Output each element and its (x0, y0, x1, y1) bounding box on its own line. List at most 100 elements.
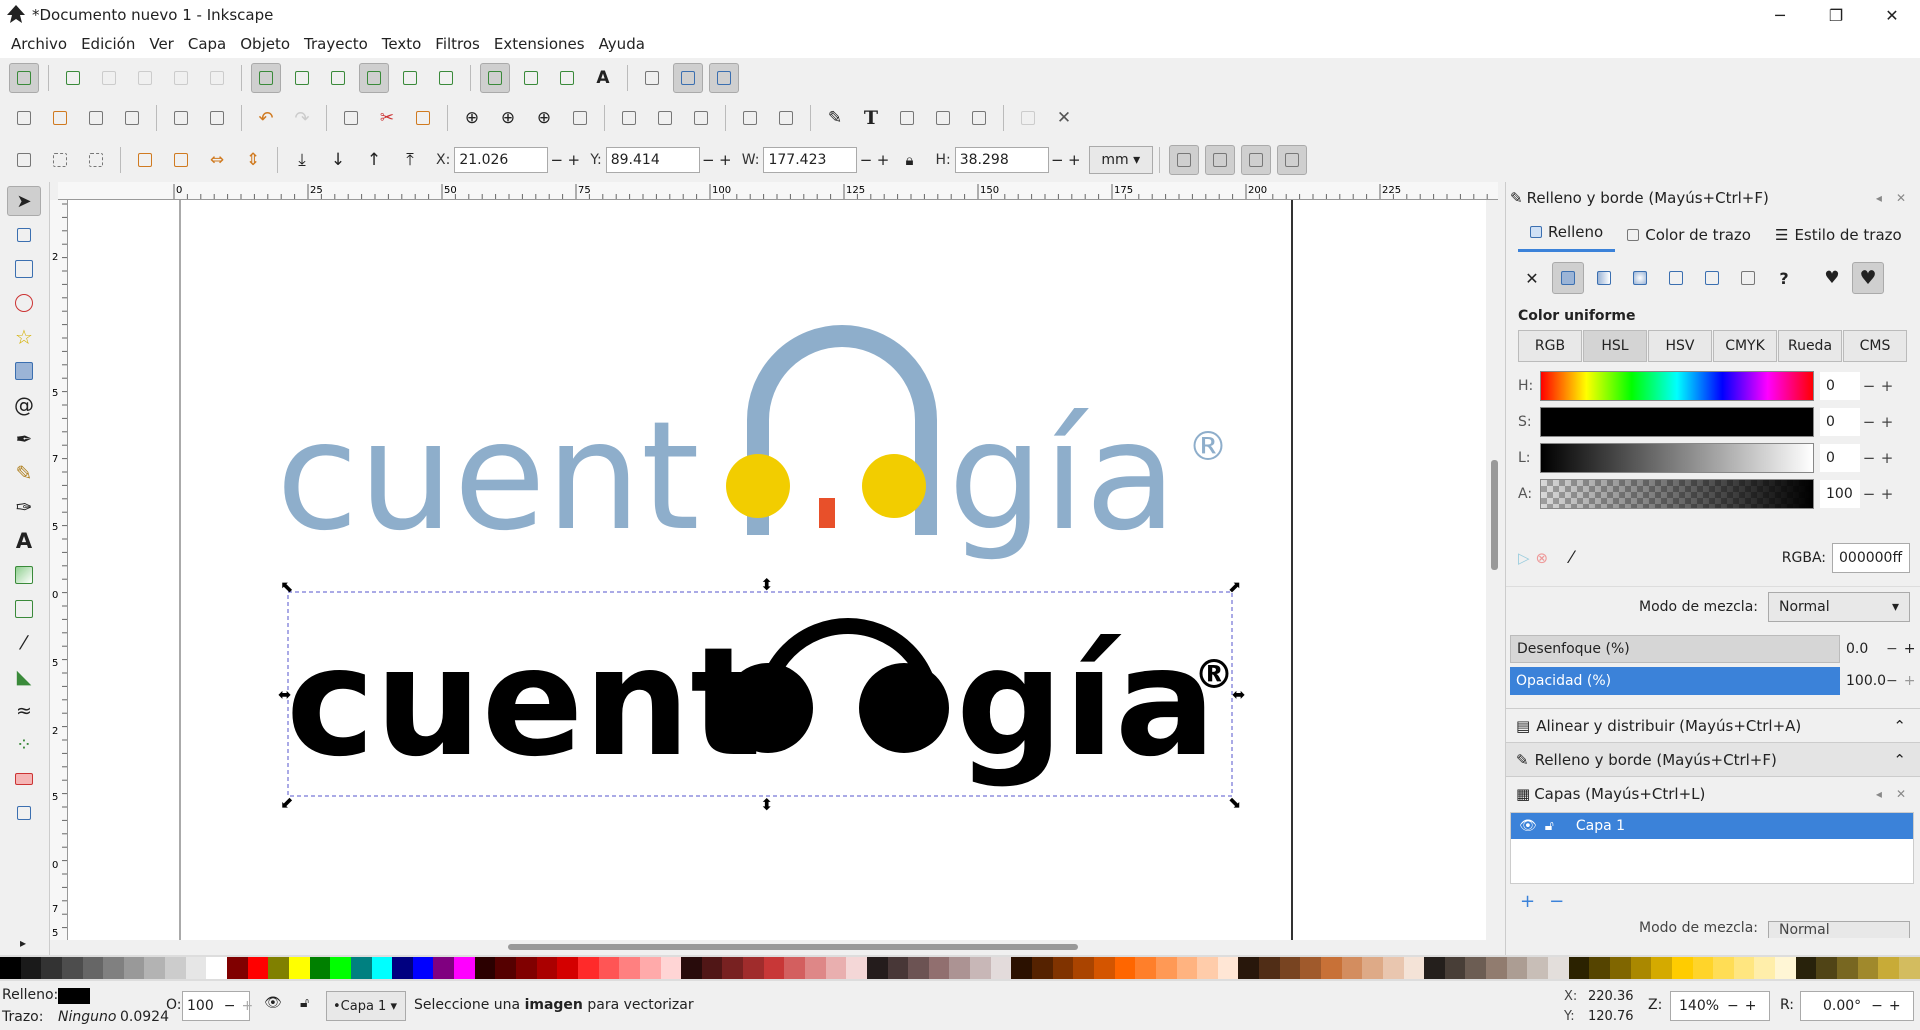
raise-top-button[interactable]: ⤒ (395, 145, 425, 175)
menu-trayecto[interactable]: Trayecto (297, 35, 375, 53)
palette-swatch[interactable] (350, 957, 372, 979)
palette-swatch[interactable] (1465, 957, 1487, 979)
duplicate-button[interactable] (614, 103, 644, 133)
horizontal-scrollbar[interactable] (68, 940, 1486, 954)
canvas-svg[interactable]: cuent gía ® cuent gía ® ⬉ ⬍ ⬈ ⬌ ⬌ ⬋ ⬍ ⬊ (68, 200, 1486, 940)
layer-select[interactable]: •Capa 1 ▾ (326, 991, 406, 1021)
print-button[interactable] (117, 103, 147, 133)
mode-rueda[interactable]: Rueda (1778, 330, 1842, 362)
palette-swatch[interactable] (990, 957, 1012, 979)
hue-increment[interactable]: + (1881, 377, 1894, 395)
palette-swatch[interactable] (1609, 957, 1631, 979)
snap-text-baseline-button[interactable]: A (588, 63, 618, 93)
w-input[interactable]: 177.423 (763, 147, 858, 173)
palette-swatch[interactable] (763, 957, 785, 979)
snap-bbox-corner-button[interactable] (130, 63, 160, 93)
eye-icon[interactable]: 👁︎ (1519, 818, 1537, 834)
mode-cmyk[interactable]: CMYK (1713, 330, 1777, 362)
zoom-increment[interactable]: + (1745, 998, 1757, 1014)
palette-swatch[interactable] (1775, 957, 1796, 979)
calligraphy-tool[interactable]: ✑ (7, 492, 41, 522)
palette-swatch[interactable] (557, 957, 578, 979)
snap-enable-button[interactable] (9, 63, 39, 93)
unset-paint-button[interactable]: ? (1768, 262, 1800, 294)
zoom-decrement[interactable]: − (1727, 998, 1739, 1014)
lightness-input[interactable]: 0 (1820, 444, 1860, 472)
save-button[interactable] (81, 103, 111, 133)
rotate-increment[interactable]: + (1889, 998, 1901, 1014)
x-input[interactable]: 21.026 (454, 147, 549, 173)
logo-black-left-earcup[interactable] (723, 663, 813, 753)
palette-swatch[interactable] (701, 957, 723, 979)
palette-swatch[interactable] (887, 957, 909, 979)
xml-editor-button[interactable] (928, 103, 958, 133)
toolbox-more-icon[interactable]: ▸ (20, 936, 26, 950)
mode-hsv[interactable]: HSV (1648, 330, 1712, 362)
toggle-lock-icon[interactable]: 🔓︎ (300, 995, 309, 1011)
blur-decrement[interactable]: − (1886, 641, 1898, 657)
palette-swatch[interactable] (1548, 957, 1569, 979)
palette-swatch[interactable] (1238, 957, 1260, 979)
rotate-cw-button[interactable] (166, 145, 196, 175)
palette-swatch[interactable] (268, 957, 289, 979)
opacity-decrement[interactable]: − (1886, 673, 1898, 689)
palette-swatch[interactable] (660, 957, 682, 979)
palette-swatch[interactable] (1816, 957, 1838, 979)
zoom-page-button[interactable]: ⊕ (529, 103, 559, 133)
palette-swatch[interactable] (1713, 957, 1734, 979)
tab-estilo-trazo[interactable]: ☰ Estilo de trazo (1763, 218, 1914, 252)
palette-swatch[interactable] (1011, 957, 1033, 979)
palette-swatch[interactable] (309, 957, 331, 979)
palette-swatch[interactable] (784, 957, 805, 979)
opacity-slider[interactable]: Opacidad (%) (1510, 667, 1840, 695)
palette-swatch[interactable] (970, 957, 991, 979)
snap-path-button[interactable] (287, 63, 317, 93)
lower-bottom-button[interactable]: ⤓ (287, 145, 317, 175)
snap-bbox-button[interactable] (58, 63, 88, 93)
palette-swatch[interactable] (454, 957, 475, 979)
menu-ayuda[interactable]: Ayuda (592, 35, 652, 53)
3d-box-tool[interactable] (7, 356, 41, 386)
palette-swatch[interactable] (1073, 957, 1094, 979)
add-layer-button[interactable]: + (1520, 891, 1535, 912)
minimize-button[interactable]: ─ (1752, 0, 1808, 30)
import-button[interactable] (166, 103, 196, 133)
snap-bbox-mid-button[interactable] (166, 63, 196, 93)
mode-cms[interactable]: CMS (1843, 330, 1907, 362)
lightness-decrement[interactable]: − (1863, 449, 1876, 467)
hue-input[interactable]: 0 (1820, 372, 1860, 400)
scale-stroke-button[interactable] (1168, 145, 1199, 175)
layers-blend-select[interactable]: Normal (1768, 921, 1910, 938)
h-decrement-button[interactable]: − (1051, 151, 1064, 169)
palette-swatch[interactable] (103, 957, 124, 979)
palette-swatch[interactable] (1135, 957, 1156, 979)
flip-vertical-button[interactable]: ⇕ (238, 145, 268, 175)
palette-swatch[interactable] (1527, 957, 1549, 979)
palette-swatch[interactable] (1506, 957, 1528, 979)
palette-swatch[interactable] (1217, 957, 1239, 979)
paste-button[interactable] (408, 103, 438, 133)
select-all-layers-button[interactable] (45, 145, 75, 175)
snap-page-button[interactable] (637, 63, 667, 93)
remove-layer-button[interactable]: − (1549, 891, 1564, 912)
snap-bbox-center-button[interactable] (202, 63, 232, 93)
palette-swatch[interactable] (61, 957, 83, 979)
palette-swatch[interactable] (1176, 957, 1198, 979)
tab-color-trazo[interactable]: Color de trazo (1615, 218, 1763, 252)
palette-swatch[interactable] (1321, 957, 1342, 979)
layers-close-icon[interactable]: ✕ (1896, 787, 1906, 801)
vertical-scrollbar[interactable] (1486, 200, 1504, 940)
gradient-tool[interactable] (7, 560, 41, 590)
palette-swatch[interactable] (1093, 957, 1115, 979)
lower-button[interactable]: ↓ (323, 145, 353, 175)
snap-rotation-button[interactable] (552, 63, 582, 93)
group-button[interactable] (735, 103, 765, 133)
text-font-button[interactable]: T (856, 103, 886, 133)
logo-black-right-earcup[interactable] (859, 663, 949, 753)
pattern-button[interactable] (1660, 262, 1692, 294)
layers-collapse-icon[interactable]: ◂ (1876, 787, 1882, 801)
scale-handle-e[interactable]: ⬌ (1232, 685, 1245, 704)
lightness-increment[interactable]: + (1881, 449, 1894, 467)
x-decrement-button[interactable]: − (551, 151, 564, 169)
saturation-increment[interactable]: + (1881, 413, 1894, 431)
